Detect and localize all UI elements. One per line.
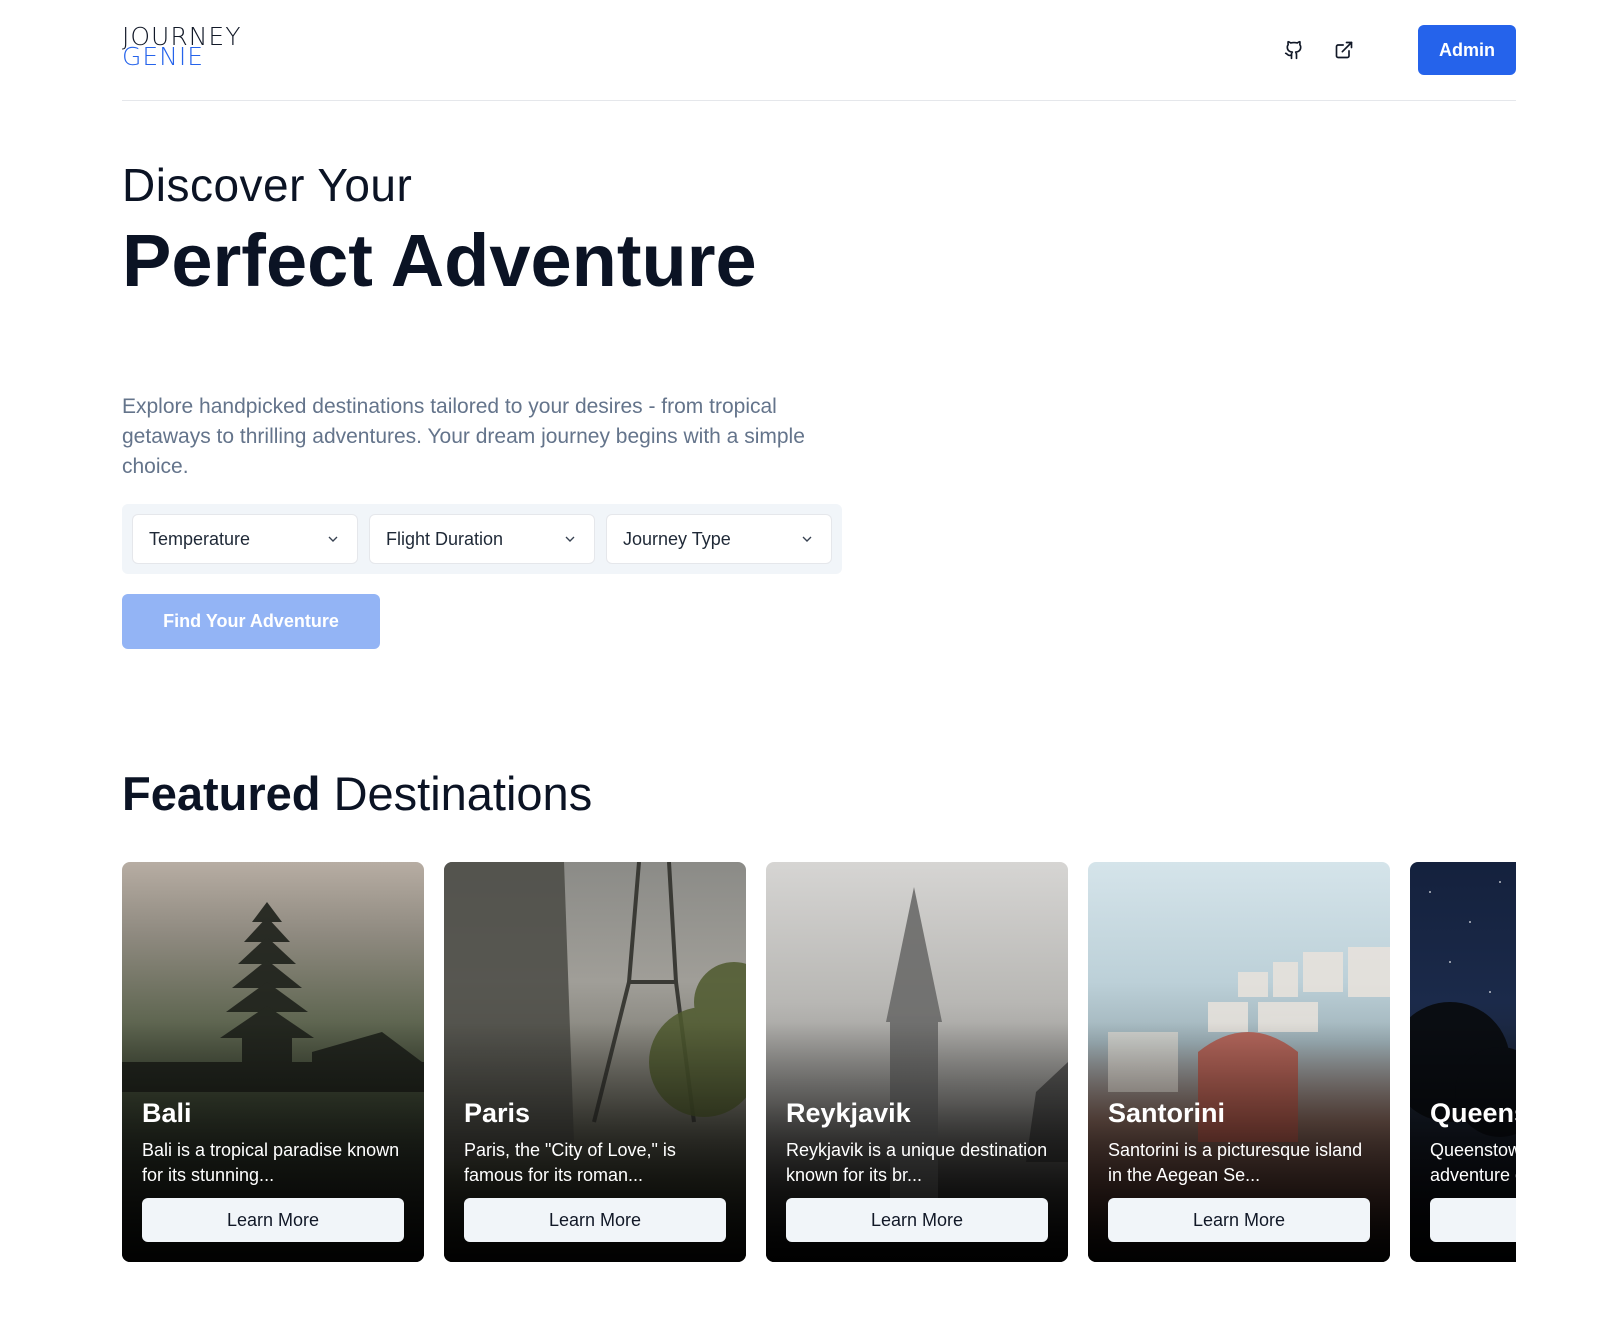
destination-title: Santorini (1108, 1098, 1226, 1128)
destination-card-paris[interactable]: Paris Paris, the "City of Love," is famo… (444, 862, 746, 1262)
chevron-down-icon (802, 536, 812, 542)
temperature-select[interactable]: Temperature (132, 514, 358, 564)
hero-subtitle: Discover Your (122, 159, 413, 211)
destination-title: Paris (464, 1098, 531, 1128)
journey-type-select[interactable]: Journey Type (606, 514, 832, 564)
destination-title: Reykjavik (786, 1098, 911, 1128)
flight-duration-select[interactable]: Flight Duration (369, 514, 595, 564)
destinations-carousel[interactable]: Bali Bali is a tropical paradise known f… (122, 862, 1516, 1262)
learn-more-button[interactable]: Learn More (142, 1198, 404, 1242)
find-adventure-button[interactable]: Find Your Adventure (122, 594, 380, 649)
journey-type-select-label: Journey Type (623, 528, 731, 549)
destination-card-queenstown[interactable]: Queenstown Queenstown is a haven for adv… (1410, 862, 1516, 1262)
logo[interactable]: JOURNEY GENIE (122, 24, 242, 69)
flight-duration-select-label: Flight Duration (386, 528, 504, 549)
learn-more-button[interactable]: Learn More (786, 1198, 1048, 1242)
hero-description: Explore handpicked destinations tailored… (122, 395, 805, 478)
learn-more-button[interactable]: Learn More (464, 1198, 726, 1242)
featured-heading: Featured Destinations (122, 766, 592, 821)
external-link-icon[interactable] (1332, 38, 1356, 62)
header: JOURNEY GENIE Admin (122, 0, 1516, 101)
destination-description: Paris, the "City of Love," is famous for… (464, 1140, 676, 1185)
chevron-down-icon (328, 536, 338, 542)
destination-card-bali[interactable]: Bali Bali is a tropical paradise known f… (122, 862, 424, 1262)
destination-description: Santorini is a picturesque island in the… (1108, 1140, 1363, 1185)
github-icon[interactable] (1282, 38, 1306, 62)
destination-description: Reykjavik is a unique destination known … (786, 1140, 1048, 1185)
admin-button[interactable]: Admin (1418, 25, 1516, 75)
hero-title: Perfect Adventure (122, 219, 757, 302)
filter-bar: Temperature Flight Duration Journey Type (122, 504, 842, 574)
featured-heading-bold: Featured (122, 767, 321, 820)
chevron-down-icon (565, 536, 575, 542)
learn-more-button[interactable]: Learn More (1108, 1198, 1370, 1242)
temperature-select-label: Temperature (149, 528, 251, 549)
destination-description: Bali is a tropical paradise known for it… (142, 1140, 400, 1185)
featured-heading-light: Destinations (333, 767, 593, 820)
destination-title: Bali (142, 1098, 192, 1128)
learn-more-button[interactable]: Learn More (1430, 1198, 1516, 1242)
destination-card-reykjavik[interactable]: Reykjavik Reykjavik is a unique destinat… (766, 862, 1068, 1262)
destination-title: Queenstown (1430, 1098, 1516, 1128)
destination-card-santorini[interactable]: Santorini Santorini is a picturesque isl… (1088, 862, 1390, 1262)
destination-description: Queenstown is a haven for adventure enth… (1430, 1140, 1516, 1185)
